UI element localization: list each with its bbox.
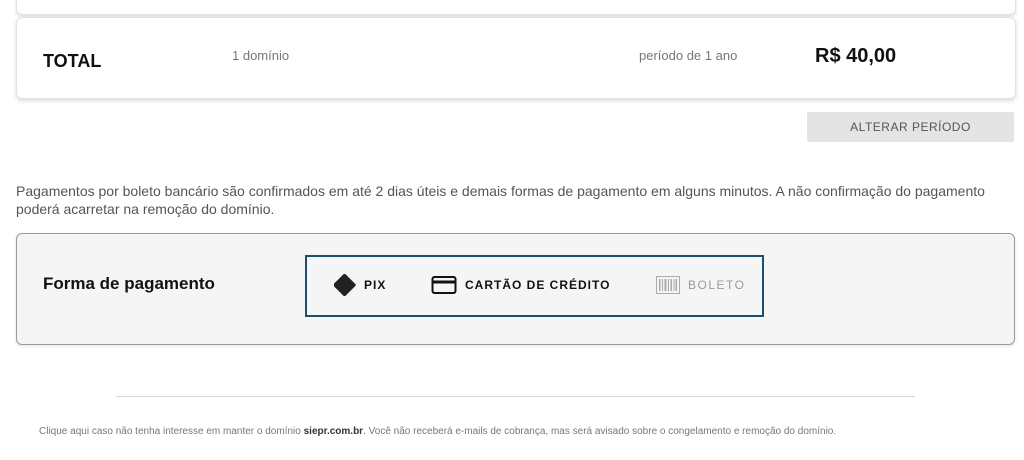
payment-notice: Pagamentos por boleto bancário são confi… <box>16 183 985 217</box>
payment-method-boleto[interactable]: BOLETO <box>656 274 745 296</box>
payment-method-credit-card[interactable]: CARTÃO DE CRÉDITO <box>431 274 610 296</box>
checkout-page: TOTAL 1 domínio período de 1 ano R$ 40,0… <box>0 0 1024 460</box>
total-period: período de 1 ano <box>639 48 738 63</box>
pix-icon <box>334 274 356 296</box>
payment-method-credit-card-label: CARTÃO DE CRÉDITO <box>465 278 611 292</box>
footer-prefix[interactable]: Clique aqui caso não tenha interesse em … <box>39 426 304 437</box>
credit-card-icon <box>431 275 457 295</box>
payment-method-boleto-label: BOLETO <box>688 278 746 292</box>
total-domain-count: 1 domínio <box>232 48 290 63</box>
footer-domain: siepr.com.br <box>303 426 364 437</box>
payment-method-pix[interactable]: PIX <box>334 274 386 296</box>
barcode-icon <box>656 276 680 294</box>
payment-method-card: Forma de pagamento PIX CARTÃO DE CRÉDITO… <box>16 233 1015 345</box>
total-price: R$ 40,00 <box>815 45 897 67</box>
remove-domain-link[interactable]: Clique aqui caso não tenha interesse em … <box>39 426 836 437</box>
total-card: TOTAL 1 domínio período de 1 ano R$ 40,0… <box>16 17 1016 99</box>
payment-method-pix-label: PIX <box>364 278 387 292</box>
payment-method-title: Forma de pagamento <box>43 274 215 293</box>
footer-suffix: . Você não receberá e-mails de cobrança,… <box>363 426 837 437</box>
alter-period-button[interactable]: ALTERAR PERÍODO <box>807 112 1014 142</box>
previous-card <box>16 0 1016 15</box>
footer-divider <box>116 396 915 397</box>
payment-method-selector: PIX CARTÃO DE CRÉDITO BOLETO <box>305 255 764 317</box>
total-label: TOTAL <box>43 51 102 71</box>
